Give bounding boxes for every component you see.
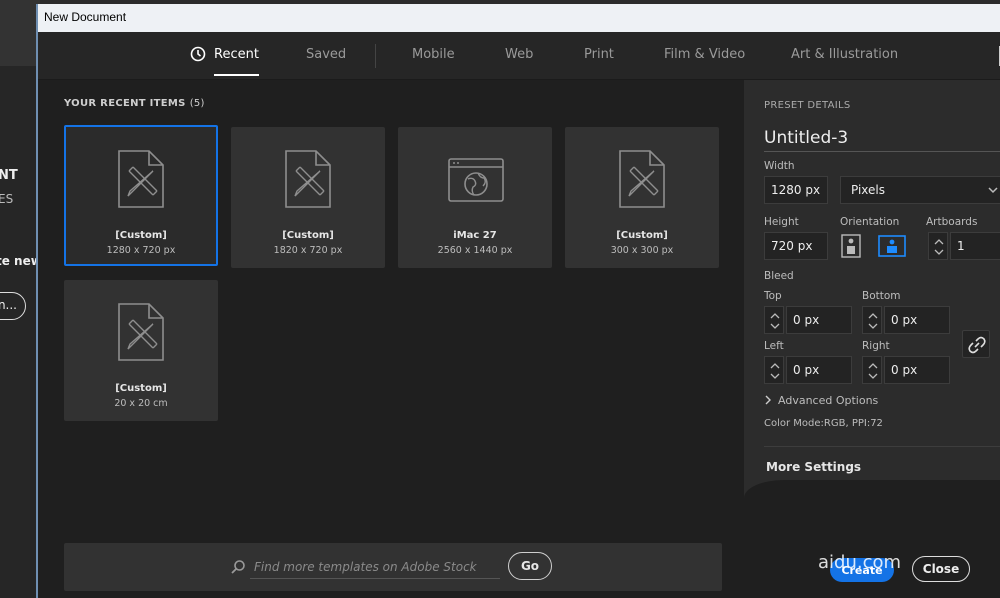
- recent-item-size: 1820 x 720 px: [273, 245, 343, 256]
- recent-item-label: [Custom]: [616, 230, 668, 241]
- recent-item-card[interactable]: [Custom] 20 x 20 cm: [64, 280, 218, 421]
- web-browser-globe-icon: [448, 158, 504, 202]
- bleed-bottom-input[interactable]: [884, 306, 950, 334]
- chevron-right-icon: [765, 395, 771, 405]
- preset-details-heading: PRESET DETAILS: [764, 100, 851, 111]
- divider: [764, 446, 1000, 447]
- document-name-input[interactable]: [764, 124, 1000, 152]
- recent-item-label: [Custom]: [115, 383, 167, 394]
- bleed-left-input[interactable]: [786, 356, 852, 384]
- background-app-text: te new: [0, 254, 40, 268]
- landscape-orientation-icon[interactable]: [878, 234, 906, 258]
- tab-mobile[interactable]: Mobile: [412, 47, 455, 62]
- stock-search-bar: Go: [64, 543, 722, 591]
- width-input[interactable]: [764, 176, 828, 204]
- recent-item-card[interactable]: [Custom] 1820 x 720 px: [231, 127, 385, 268]
- create-button[interactable]: Create: [830, 558, 894, 582]
- active-tab-indicator: [214, 74, 259, 76]
- tab-recent[interactable]: Recent: [190, 46, 259, 76]
- bleed-top-label: Top: [764, 290, 782, 302]
- recent-item-label: [Custom]: [282, 230, 334, 241]
- background-app: NT ES te new n...: [0, 0, 40, 598]
- bleed-top-stepper[interactable]: [764, 306, 784, 334]
- bleed-bottom-stepper[interactable]: [862, 306, 882, 334]
- recent-item-size: 2560 x 1440 px: [437, 245, 513, 256]
- recent-items-area: YOUR RECENT ITEMS (5) [Custom] 1280 x 720…: [38, 80, 744, 598]
- title-bar: New Document: [38, 4, 1000, 32]
- recent-item-card[interactable]: [Custom] 1280 x 720 px: [64, 125, 218, 266]
- bleed-right-stepper[interactable]: [862, 356, 882, 384]
- search-icon: [231, 560, 245, 574]
- color-mode-summary: Color Mode:RGB, PPI:72: [764, 418, 883, 429]
- bleed-label: Bleed: [764, 270, 794, 282]
- height-label: Height: [764, 216, 799, 228]
- orientation-label: Orientation: [840, 216, 900, 228]
- recent-item-size: 300 x 300 px: [610, 245, 674, 256]
- document-pencil-icon: [619, 150, 665, 208]
- new-document-dialog: New Document Recent Saved Mobile Web Pri…: [36, 4, 1000, 598]
- background-app-button-label: n...: [0, 298, 17, 312]
- recent-items-heading: YOUR RECENT ITEMS (5): [64, 98, 205, 109]
- preset-details-panel: PRESET DETAILS Width Pixels Height Orien…: [744, 80, 1000, 598]
- artboards-label: Artboards: [926, 216, 978, 228]
- clock-icon: [190, 46, 206, 62]
- window-title: New Document: [44, 10, 127, 24]
- recent-item-label: iMac 27: [453, 230, 497, 241]
- stock-search-input[interactable]: [250, 555, 500, 579]
- background-app-button[interactable]: n...: [0, 292, 26, 320]
- background-app-topbar: [0, 0, 40, 66]
- tab-bar: Recent Saved Mobile Web Print Film & Vid…: [38, 32, 1000, 80]
- tab-film-video[interactable]: Film & Video: [664, 47, 745, 62]
- artboards-stepper[interactable]: [928, 232, 948, 260]
- width-label: Width: [764, 160, 795, 172]
- tab-divider: [375, 44, 376, 68]
- recent-item-card[interactable]: iMac 27 2560 x 1440 px: [398, 127, 552, 268]
- document-pencil-icon: [118, 150, 164, 208]
- more-settings-button[interactable]: More Settings: [766, 460, 861, 474]
- unit-select[interactable]: Pixels: [840, 176, 1000, 204]
- chevron-down-icon: [988, 187, 998, 194]
- height-input[interactable]: [764, 232, 828, 260]
- recent-item-label: [Custom]: [115, 230, 167, 241]
- close-button[interactable]: Close: [912, 556, 970, 582]
- bleed-left-label: Left: [764, 340, 784, 352]
- tab-saved[interactable]: Saved: [306, 47, 346, 62]
- recent-item-card[interactable]: [Custom] 300 x 300 px: [565, 127, 719, 268]
- document-pencil-icon: [285, 150, 331, 208]
- recent-item-size: 20 x 20 cm: [114, 398, 168, 409]
- tab-print[interactable]: Print: [584, 47, 614, 62]
- document-pencil-icon: [118, 303, 164, 361]
- portrait-orientation-icon[interactable]: [840, 234, 862, 258]
- advanced-options-label: Advanced Options: [778, 394, 879, 407]
- bleed-left-stepper[interactable]: [764, 356, 784, 384]
- bleed-right-label: Right: [862, 340, 890, 352]
- recent-item-size: 1280 x 720 px: [106, 245, 176, 256]
- background-app-text: NT: [0, 168, 18, 183]
- advanced-options-toggle[interactable]: Advanced Options: [764, 394, 878, 407]
- recent-heading-text: YOUR RECENT ITEMS: [64, 98, 186, 109]
- bleed-top-input[interactable]: [786, 306, 852, 334]
- tab-art-illustration[interactable]: Art & Illustration: [791, 47, 898, 62]
- background-app-text: ES: [0, 192, 14, 206]
- link-icon: [968, 336, 986, 354]
- tab-web[interactable]: Web: [505, 47, 533, 62]
- bleed-bottom-label: Bottom: [862, 290, 901, 302]
- unit-select-value: Pixels: [851, 183, 886, 197]
- link-bleed-button[interactable]: [962, 330, 990, 358]
- go-button[interactable]: Go: [508, 552, 552, 580]
- bleed-right-input[interactable]: [884, 356, 950, 384]
- tab-label: Recent: [214, 47, 259, 62]
- artboards-input[interactable]: [950, 232, 1000, 260]
- recent-items-count: (5): [189, 98, 205, 109]
